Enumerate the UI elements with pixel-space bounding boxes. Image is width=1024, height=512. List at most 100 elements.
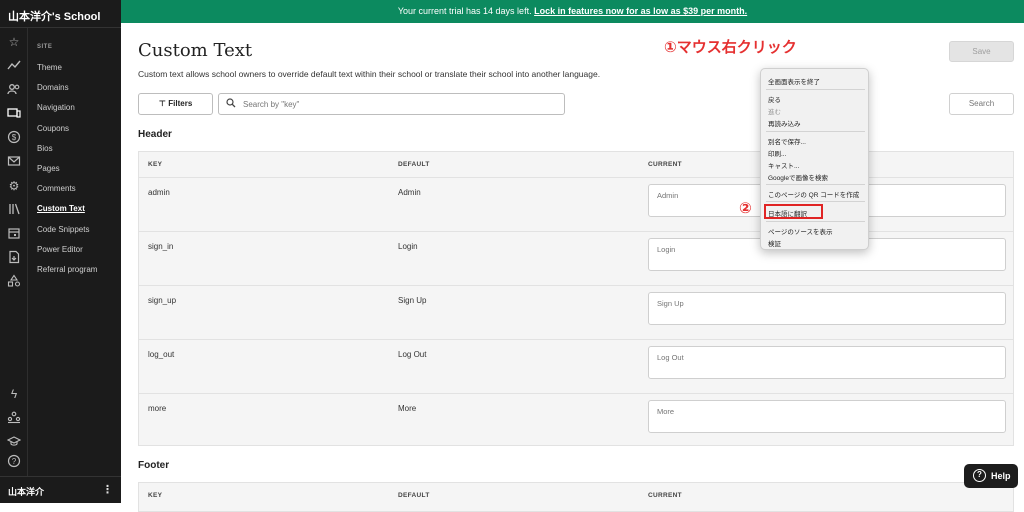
column-current: CURRENT xyxy=(648,492,682,499)
search-field[interactable] xyxy=(218,93,565,115)
row-key: sign_up xyxy=(148,296,177,305)
menu-separator xyxy=(766,201,865,202)
column-key: KEY xyxy=(148,161,163,168)
trial-banner: Your current trial has 14 days left. Loc… xyxy=(121,0,1024,23)
sidebar-item-bios[interactable]: Bios xyxy=(37,144,53,153)
help-circle-icon[interactable]: ? xyxy=(6,454,22,470)
sidebar-item-comments[interactable]: Comments xyxy=(37,184,76,193)
help-button[interactable]: ? Help xyxy=(964,464,1018,488)
row-key: log_out xyxy=(148,350,175,359)
svg-text:$: $ xyxy=(12,133,17,142)
filters-label: Filters xyxy=(168,99,193,108)
table-row: admin Admin xyxy=(139,178,1013,232)
calendar-icon[interactable] xyxy=(6,226,22,242)
file-icon[interactable] xyxy=(6,250,22,266)
table-row: log_out Log Out xyxy=(139,340,1013,394)
main-content: Custom Text Custom text allows school ow… xyxy=(121,23,1024,512)
column-default: DEFAULT xyxy=(398,161,430,168)
sidebar-item-referral-program[interactable]: Referral program xyxy=(37,265,97,274)
sidebar-item-coupons[interactable]: Coupons xyxy=(37,124,69,133)
menu-item-view-source[interactable]: ページのソースを表示 xyxy=(768,226,833,236)
analytics-icon[interactable] xyxy=(6,58,22,74)
menu-item-forward: 進む xyxy=(768,109,781,116)
dollar-icon[interactable]: $ xyxy=(6,130,22,146)
sidebar-item-domains[interactable]: Domains xyxy=(37,83,69,92)
column-current: CURRENT xyxy=(648,161,682,168)
question-icon: ? xyxy=(973,469,986,482)
library-icon[interactable] xyxy=(6,202,22,218)
menu-item-search-image[interactable]: Googleで画像を検索 xyxy=(768,172,828,182)
menu-item-save-as[interactable]: 別名で保存... xyxy=(768,136,806,146)
annotation-step1: ①マウス右クリック xyxy=(664,39,797,56)
menu-item-cast[interactable]: キャスト... xyxy=(768,160,799,170)
annotation-step2: ② xyxy=(739,200,752,217)
sidebar-section-label: SITE xyxy=(37,44,53,50)
search-input[interactable] xyxy=(241,97,551,111)
devices-icon[interactable] xyxy=(6,106,22,122)
menu-separator xyxy=(766,221,865,222)
filter-icon: ⊤ xyxy=(158,99,169,108)
current-text-input[interactable] xyxy=(648,400,1006,433)
graduation-cap-icon[interactable] xyxy=(6,434,22,450)
user-name: 山本洋介 xyxy=(8,487,45,497)
row-key: more xyxy=(148,404,167,413)
sidebar-item-pages[interactable]: Pages xyxy=(37,164,60,173)
menu-item-qr-code[interactable]: このページの QR コードを作成 xyxy=(768,189,859,199)
menu-item-print[interactable]: 印刷... xyxy=(768,148,786,158)
table-header-row: KEY DEFAULT CURRENT xyxy=(139,483,1013,509)
table-row: sign_up Sign Up xyxy=(139,286,1013,340)
row-default: Admin xyxy=(398,188,421,197)
sidebar-item-navigation[interactable]: Navigation xyxy=(37,103,75,112)
section-title-header: Header xyxy=(138,129,172,140)
icon-rail: ☆ $ ⚙ ϟ ? xyxy=(0,28,28,476)
star-icon[interactable]: ☆ xyxy=(6,34,22,50)
current-text-input[interactable] xyxy=(648,346,1006,379)
row-default: Sign Up xyxy=(398,296,427,305)
sidebar-item-custom-text[interactable]: Custom Text xyxy=(37,204,85,213)
menu-separator xyxy=(766,184,865,185)
menu-separator xyxy=(766,131,865,132)
kebab-menu-icon[interactable]: ⋮ xyxy=(102,483,113,496)
svg-text:?: ? xyxy=(12,457,17,466)
team-icon[interactable] xyxy=(6,410,22,426)
page-title: Custom Text xyxy=(138,40,253,61)
user-menu[interactable]: 山本洋介 ⋮ xyxy=(0,476,121,503)
current-text-input[interactable] xyxy=(648,292,1006,325)
sidebar-item-theme[interactable]: Theme xyxy=(37,63,62,72)
menu-item-exit-fullscreen[interactable]: 全画面表示を終了 xyxy=(768,76,820,86)
shapes-icon[interactable] xyxy=(6,274,22,290)
context-menu: 全画面表示を終了 戻る 進む 再読み込み 別名で保存... 印刷... キャスト… xyxy=(760,68,869,250)
sidebar: SITE Theme Domains Navigation Coupons Bi… xyxy=(28,28,121,476)
upgrade-link[interactable]: Lock in features now for as low as $39 p… xyxy=(534,6,747,16)
mail-icon[interactable] xyxy=(6,154,22,170)
translate-highlight-box xyxy=(764,204,823,219)
page-description: Custom text allows school owners to over… xyxy=(138,69,601,79)
row-default: Login xyxy=(398,242,418,251)
footer-table: KEY DEFAULT CURRENT xyxy=(138,482,1014,512)
sidebar-item-code-snippets[interactable]: Code Snippets xyxy=(37,225,89,234)
search-button[interactable]: Search xyxy=(949,93,1014,115)
row-key: admin xyxy=(148,188,170,197)
trial-text: Your current trial has 14 days left. xyxy=(397,6,532,16)
column-key: KEY xyxy=(148,492,163,499)
section-title-footer: Footer xyxy=(138,460,170,471)
row-key: sign_in xyxy=(148,242,174,251)
menu-item-reload[interactable]: 再読み込み xyxy=(768,118,801,128)
gear-icon[interactable]: ⚙ xyxy=(6,178,22,194)
sidebar-item-power-editor[interactable]: Power Editor xyxy=(37,245,83,254)
users-icon[interactable] xyxy=(6,82,22,98)
school-name[interactable]: 山本洋介's School xyxy=(0,0,121,28)
menu-separator xyxy=(766,89,865,90)
menu-item-back[interactable]: 戻る xyxy=(768,94,781,104)
row-default: More xyxy=(398,404,417,413)
header-table: KEY DEFAULT CURRENT admin Admin sign_in … xyxy=(138,151,1014,446)
lightning-icon[interactable]: ϟ xyxy=(6,386,22,402)
filters-button[interactable]: ⊤ Filters xyxy=(138,93,213,115)
table-row: sign_in Login xyxy=(139,232,1013,286)
column-default: DEFAULT xyxy=(398,492,430,499)
table-header-row: KEY DEFAULT CURRENT xyxy=(139,152,1013,178)
menu-item-inspect[interactable]: 検証 xyxy=(768,238,781,248)
help-label: Help xyxy=(991,471,1011,481)
save-button[interactable]: Save xyxy=(949,41,1014,62)
search-icon xyxy=(226,98,236,111)
